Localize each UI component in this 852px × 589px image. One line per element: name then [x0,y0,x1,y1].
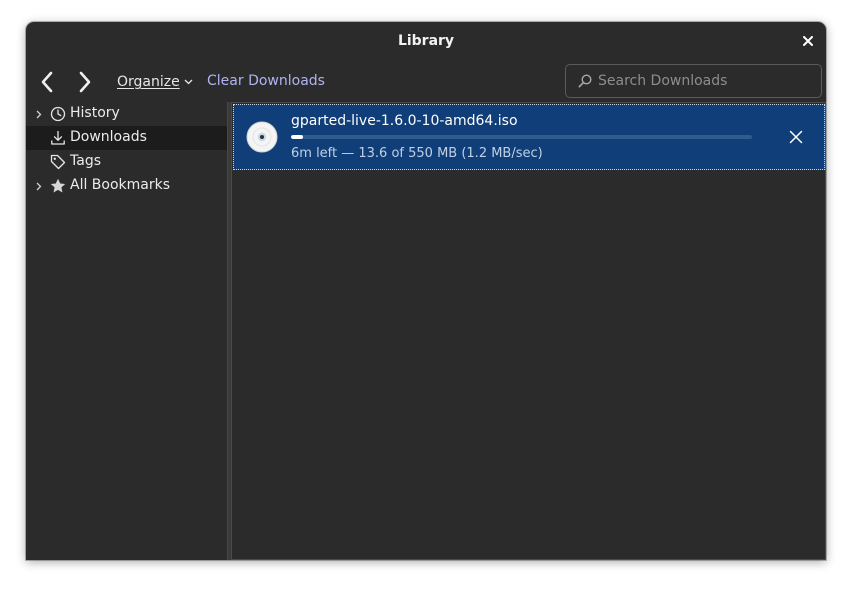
organize-menu-button[interactable]: Organize [117,73,193,91]
title-bar: Library [26,22,826,60]
library-window: Library Organize Clear Downloads Search … [26,22,826,560]
forward-button[interactable] [72,68,98,96]
sidebar-item-label: Downloads [70,129,147,145]
close-button[interactable] [798,31,818,51]
star-icon [50,178,66,194]
sidebar-item-label: Tags [70,153,101,169]
chevron-right-icon [79,71,91,93]
back-button[interactable] [34,68,60,96]
download-progress-fill [291,135,303,139]
chevron-left-icon [41,71,53,93]
cancel-download-button[interactable] [784,125,808,149]
window-title: Library [397,33,455,49]
download-item[interactable]: gparted-live-1.6.0-10-amd64.iso 6m left … [233,104,825,170]
clock-icon [50,106,66,122]
sidebar-item-label: All Bookmarks [70,177,171,193]
expand-arrow-icon[interactable] [34,108,44,120]
download-progress-bar [291,135,752,139]
search-icon [578,74,592,88]
close-icon [803,36,813,46]
clear-downloads-button[interactable]: Clear Downloads [207,73,325,91]
close-icon [789,130,803,144]
downloads-list: gparted-live-1.6.0-10-amd64.iso 6m left … [231,102,826,560]
sidebar-item-all-bookmarks[interactable]: All Bookmarks [26,174,227,198]
expand-arrow-icon[interactable] [34,180,44,192]
sidebar-item-label: History [70,105,120,121]
toolbar: Organize Clear Downloads [26,60,826,104]
download-icon [50,130,66,146]
download-file-name: gparted-live-1.6.0-10-amd64.iso [291,113,518,129]
disc-image-icon [246,121,278,153]
organize-label: Organize [117,74,180,90]
sidebar-item-history[interactable]: History [26,102,227,126]
sidebar: History Downloads Tags All Bookmarks [26,102,227,560]
search-box [565,64,822,98]
sidebar-item-downloads[interactable]: Downloads [26,126,227,150]
chevron-down-icon [184,79,193,85]
tag-icon [50,154,66,170]
sidebar-item-tags[interactable]: Tags [26,150,227,174]
search-input[interactable] [598,73,808,89]
download-status: 6m left — 13.6 of 550 MB (1.2 MB/sec) [291,146,543,161]
